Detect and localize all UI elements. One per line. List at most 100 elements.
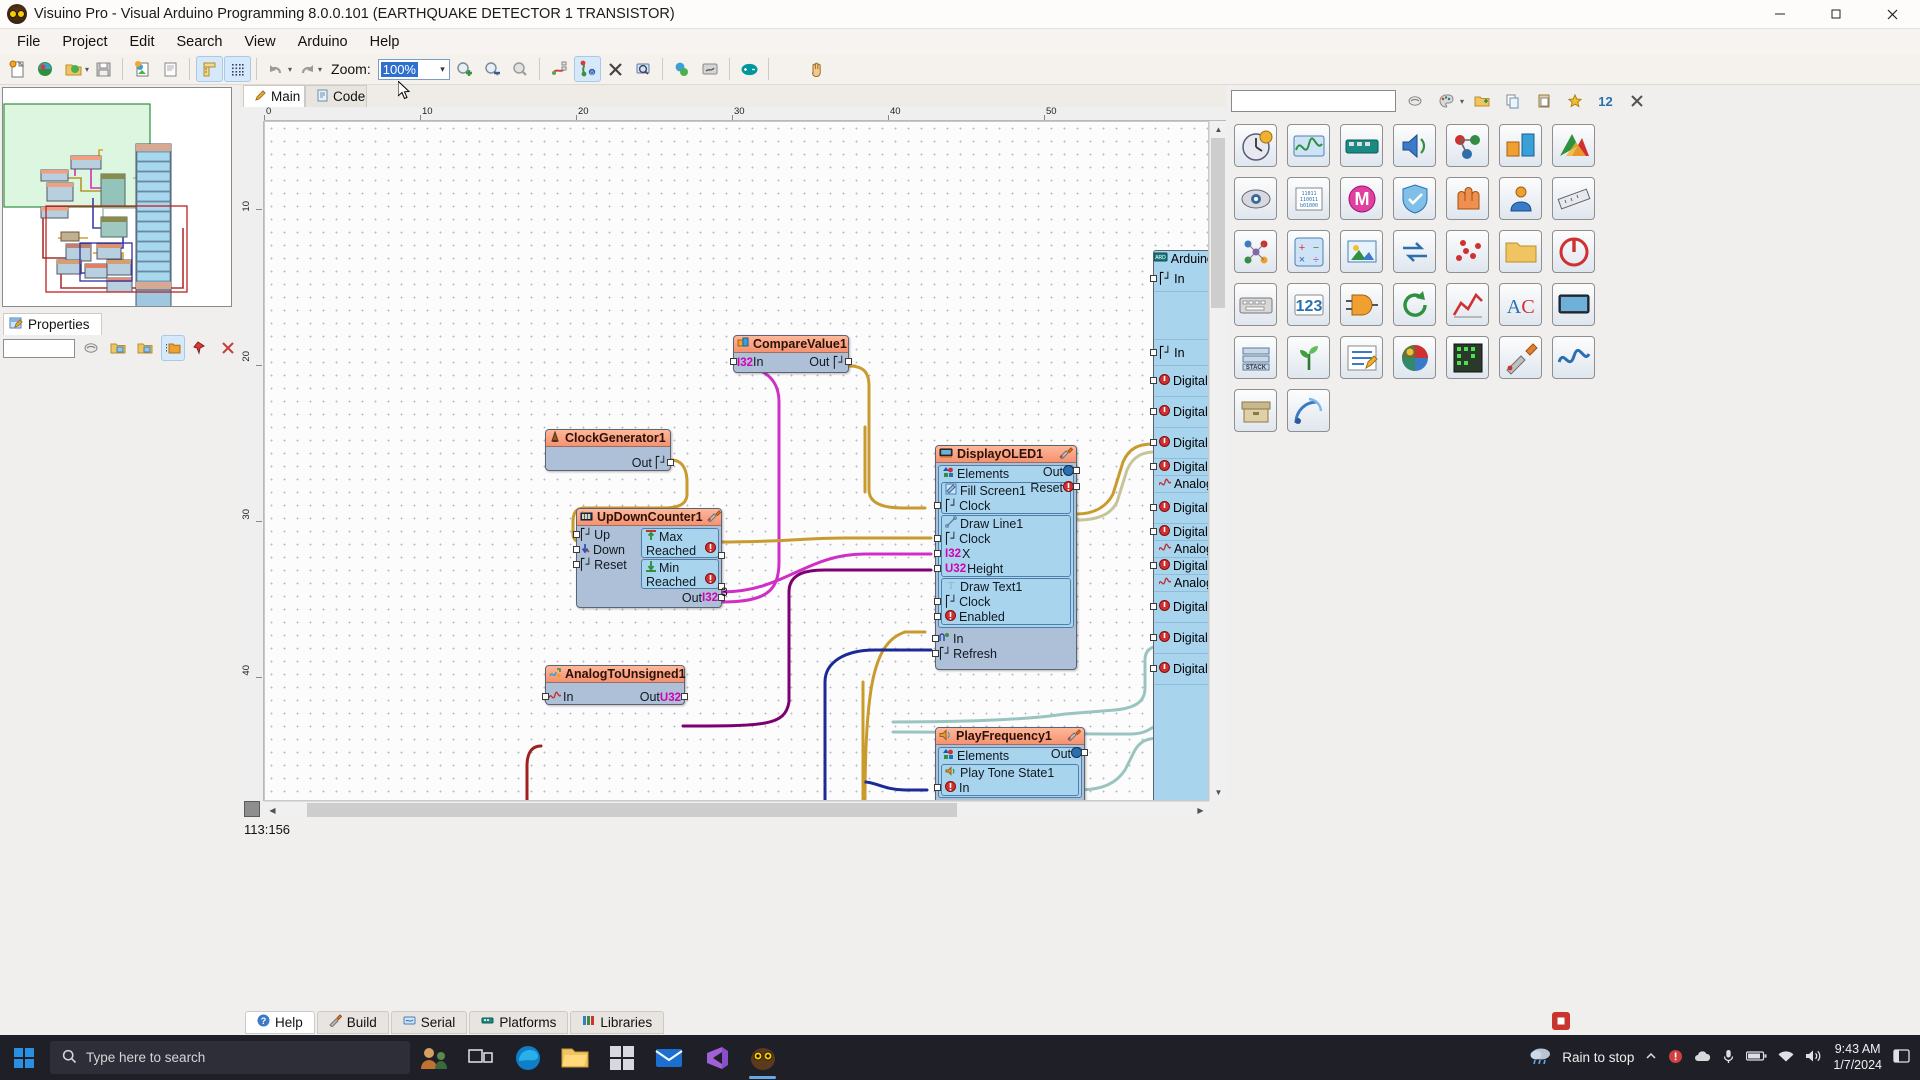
toolbox-cell[interactable]: 11011 110011 b01000 [1282, 172, 1335, 225]
toolbox-cell[interactable] [1547, 225, 1600, 278]
hand-tool-icon[interactable] [803, 56, 830, 82]
input-pin[interactable] [932, 650, 939, 657]
categorize-icon[interactable] [160, 335, 186, 361]
archive-icon[interactable] [1234, 389, 1277, 432]
input-pin[interactable] [934, 565, 941, 572]
board-select-icon[interactable] [669, 56, 696, 82]
board-pin[interactable] [1150, 275, 1157, 282]
input-pin[interactable] [934, 613, 941, 620]
new-folder-icon[interactable] [1468, 88, 1495, 114]
subbox-min-reached[interactable]: Min Reached [641, 559, 725, 590]
edge-icon[interactable] [504, 1035, 551, 1080]
toolbox-cell[interactable] [1388, 331, 1441, 384]
block-compare-value-1[interactable]: CompareValue1 I32In Out ⎡┘ [730, 335, 852, 373]
toolbox-cell[interactable] [1282, 331, 1335, 384]
close-icon[interactable] [1623, 88, 1650, 114]
ruler-icon[interactable] [196, 56, 224, 82]
toolbox-cell[interactable] [1229, 119, 1282, 172]
tab-platforms[interactable]: Platforms [469, 1010, 569, 1034]
scroll-right-arrow-icon[interactable]: ▶ [1192, 802, 1209, 819]
toolbox-cell[interactable] [1388, 225, 1441, 278]
toolbox-cell[interactable] [1547, 331, 1600, 384]
diagram-canvas[interactable]: CompareValue1 I32In Out ⎡┘ ClockGenerato… [264, 121, 1209, 801]
menu-arduino[interactable]: Arduino [287, 31, 359, 53]
start-button[interactable] [0, 1035, 48, 1080]
block-play-frequency-1[interactable]: PlayFrequency1 Elements Play Tone State1… [934, 727, 1088, 800]
satellite-icon[interactable] [1287, 389, 1330, 432]
file-explorer-icon[interactable] [551, 1035, 598, 1080]
binary-components-icon[interactable]: 11011 110011 b01000 [1287, 177, 1330, 220]
scroll-down-arrow-icon[interactable]: ▼ [1210, 784, 1227, 801]
numbers-icon[interactable]: 123 [1287, 283, 1330, 326]
menu-help[interactable]: Help [359, 31, 411, 53]
undo-icon[interactable] [263, 56, 290, 82]
menu-edit[interactable]: Edit [119, 31, 166, 53]
refresh-icon[interactable] [1393, 283, 1436, 326]
toolbox-cell[interactable] [1388, 119, 1441, 172]
horizontal-scroll-thumb[interactable] [307, 803, 957, 817]
onedrive-icon[interactable] [1694, 1050, 1711, 1066]
row-x[interactable]: I32 X [934, 546, 1070, 561]
board-row[interactable]: Digital [1150, 397, 1208, 428]
board-row[interactable]: ⎡┘ In [1150, 340, 1208, 366]
input-output-icon[interactable] [1446, 177, 1489, 220]
security-icon[interactable] [1668, 1049, 1683, 1067]
wrench-icon[interactable] [1059, 446, 1074, 462]
color-components-icon[interactable] [1552, 124, 1595, 167]
new-project-icon[interactable] [4, 56, 31, 82]
board-row[interactable]: Digital [1150, 654, 1208, 685]
toolbox-cell[interactable] [1494, 119, 1547, 172]
toolbox-cell[interactable]: 123 [1282, 278, 1335, 331]
keyboard-icon[interactable] [1234, 283, 1277, 326]
row-out-right[interactable]: Out [1043, 465, 1080, 479]
open-project-icon[interactable] [60, 56, 87, 82]
toolbox-cell[interactable] [1335, 278, 1388, 331]
row-draw-line[interactable]: Draw Line1 [942, 516, 1070, 531]
stop-button[interactable] [1552, 1012, 1570, 1030]
grid-icon[interactable] [224, 56, 252, 82]
board-pin[interactable] [1150, 603, 1157, 610]
board-pin[interactable] [1150, 665, 1157, 672]
wave-icon[interactable] [1552, 336, 1595, 379]
save-project-icon[interactable] [90, 56, 117, 82]
zoom-out-icon[interactable] [479, 56, 506, 82]
display-icon[interactable] [1552, 283, 1595, 326]
chevron-down-icon[interactable]: ▾ [440, 64, 445, 75]
plant-icon[interactable] [1287, 336, 1330, 379]
vertical-scroll-thumb[interactable] [1211, 138, 1225, 308]
block-arduino-board[interactable]: ARD Arduino N ⎡┘ In [1150, 250, 1208, 800]
battery-icon[interactable] [1746, 1050, 1767, 1065]
tab-main[interactable]: Main [243, 85, 305, 107]
toolbox-cell[interactable] [1441, 225, 1494, 278]
row-enabled[interactable]: Enabled [934, 609, 1070, 624]
sensors-icon[interactable] [1234, 177, 1277, 220]
row-reset-right[interactable]: Reset [1030, 481, 1080, 495]
pin-row[interactable]: I32In Out ⎡┘ [730, 354, 852, 369]
toolbox-cell[interactable]: + − × ÷ [1282, 225, 1335, 278]
row-out-right[interactable]: Out [1051, 747, 1088, 761]
toolbox-cell[interactable] [1494, 172, 1547, 225]
notification-icon[interactable] [1893, 1048, 1910, 1067]
row-clock-line[interactable]: ⎡┘ Clock [934, 531, 1070, 546]
logic-icon[interactable] [1340, 283, 1383, 326]
chevron-up-icon[interactable] [1645, 1050, 1657, 1065]
text-icon[interactable]: AC [1499, 283, 1542, 326]
zoom-in-icon[interactable] [451, 56, 478, 82]
compare-icon[interactable] [1499, 124, 1542, 167]
communication-icon[interactable] [1446, 124, 1489, 167]
matrix-icon[interactable] [1446, 336, 1489, 379]
maximize-button[interactable] [1808, 0, 1864, 29]
sphere-icon[interactable] [1393, 336, 1436, 379]
pin-icon[interactable] [188, 335, 212, 361]
tab-code[interactable]: Code [305, 85, 367, 107]
output-pin[interactable] [667, 459, 674, 466]
subbox-max-reached[interactable]: Max Reached [641, 528, 725, 559]
input-pin[interactable] [934, 784, 941, 791]
visuino-icon[interactable] [739, 1035, 786, 1080]
row-in[interactable]: In [932, 631, 1076, 646]
input-pin[interactable] [932, 635, 939, 642]
expand-all-icon[interactable] [106, 335, 130, 361]
people-app-icon[interactable] [410, 1035, 457, 1080]
block-display-oled-1[interactable]: DisplayOLED1 Elements Fill Screen1 ⎡┘ Cl… [932, 445, 1080, 670]
board-row[interactable]: Digital [1150, 428, 1208, 459]
